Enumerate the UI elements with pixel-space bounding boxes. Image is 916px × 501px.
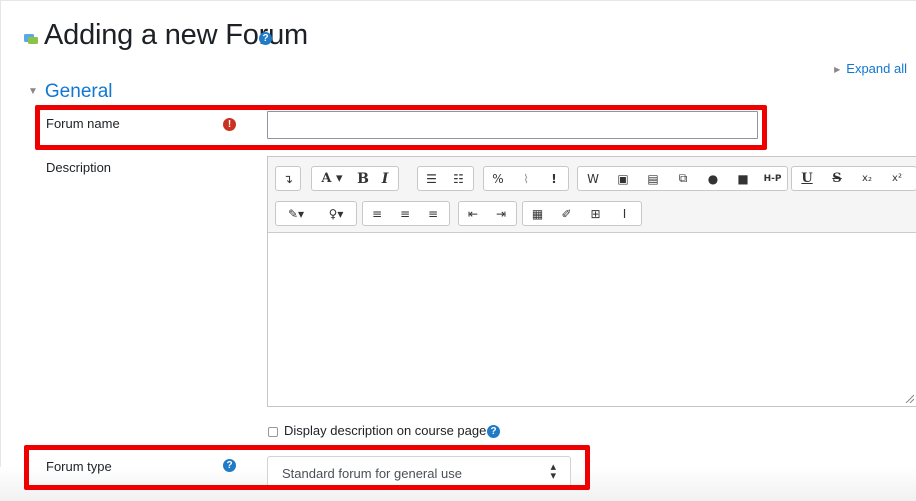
word-paste-icon[interactable]: W — [578, 167, 608, 190]
h5p-icon[interactable]: H-P — [758, 167, 787, 190]
subscript-icon[interactable]: x₂ — [852, 167, 882, 190]
forum-icon — [24, 34, 38, 44]
select-arrows-icon: ▴ ▾ — [550, 461, 556, 482]
media-icon[interactable]: ▤ — [638, 167, 668, 190]
collapse-icon[interactable]: ↴ — [276, 167, 300, 190]
underline-icon[interactable]: U — [792, 167, 822, 190]
outdent-icon[interactable]: ⇤ — [459, 202, 487, 225]
forum-type-label: Forum type — [46, 459, 112, 474]
chevron-down-icon: ▼ — [28, 86, 38, 98]
bold-icon[interactable]: B — [352, 167, 374, 190]
emoji-icon[interactable]: ! — [540, 167, 568, 190]
expand-all-link[interactable]: ▶ Expand all — [834, 61, 907, 76]
help-icon[interactable]: ? — [259, 32, 272, 45]
record-video-icon[interactable]: ■ — [728, 167, 758, 190]
image-icon[interactable]: ▣ — [608, 167, 638, 190]
numbered-list-icon[interactable]: ☷ — [445, 167, 472, 190]
expand-all-label: Expand all — [846, 61, 907, 76]
editor-toolbar: ↴ A ▾ B I ☰ ☷ % ⌇ ! W ▣ ▤ ⧉ ● ■ H-P U S … — [268, 157, 916, 233]
align-center-icon[interactable]: ≡ — [391, 202, 419, 225]
font-size-icon[interactable]: A ▾ — [312, 167, 352, 190]
align-right-icon[interactable]: ≡ — [419, 202, 447, 225]
superscript-icon[interactable]: x² — [882, 167, 912, 190]
italic-icon[interactable]: I — [374, 167, 396, 190]
help-icon[interactable]: ? — [487, 425, 500, 438]
font-color-icon[interactable]: ✎▾ — [276, 202, 316, 225]
forum-type-value: Standard forum for general use — [282, 466, 462, 481]
unlink-icon[interactable]: ⌇ — [512, 167, 540, 190]
display-description-checkbox[interactable] — [268, 427, 278, 437]
description-textarea[interactable] — [268, 233, 916, 406]
manage-files-icon[interactable]: ⧉ — [668, 167, 698, 190]
strikethrough-icon[interactable]: S — [822, 167, 852, 190]
expand-triangle-icon: ▶ — [834, 65, 841, 75]
help-icon[interactable]: ? — [223, 459, 236, 472]
forum-name-label: Forum name — [46, 116, 120, 131]
link-icon[interactable]: % — [484, 167, 512, 190]
align-left-icon[interactable]: ≡ — [363, 202, 391, 225]
resize-handle-icon[interactable] — [904, 393, 914, 403]
clear-formatting-icon[interactable]: I — [610, 202, 639, 225]
description-editor: ↴ A ▾ B I ☰ ☷ % ⌇ ! W ▣ ▤ ⧉ ● ■ H-P U S … — [267, 156, 916, 407]
special-chars-icon[interactable]: ✐ — [552, 202, 581, 225]
record-audio-icon[interactable]: ● — [698, 167, 728, 190]
forum-name-input[interactable] — [267, 111, 758, 139]
forum-type-select[interactable]: Standard forum for general use ▴ ▾ — [267, 456, 571, 487]
display-description-label: Display description on course page — [284, 423, 487, 438]
bullet-list-icon[interactable]: ☰ — [418, 167, 445, 190]
indent-icon[interactable]: ⇥ — [487, 202, 515, 225]
table-icon[interactable]: ⊞ — [581, 202, 610, 225]
background-color-icon[interactable]: ♀▾ — [316, 202, 356, 225]
equation-icon[interactable]: ▦ — [523, 202, 552, 225]
section-general-toggle[interactable]: ▼ General — [28, 81, 113, 103]
required-icon: ! — [223, 118, 236, 131]
section-title: General — [44, 81, 113, 102]
description-label: Description — [46, 160, 112, 175]
